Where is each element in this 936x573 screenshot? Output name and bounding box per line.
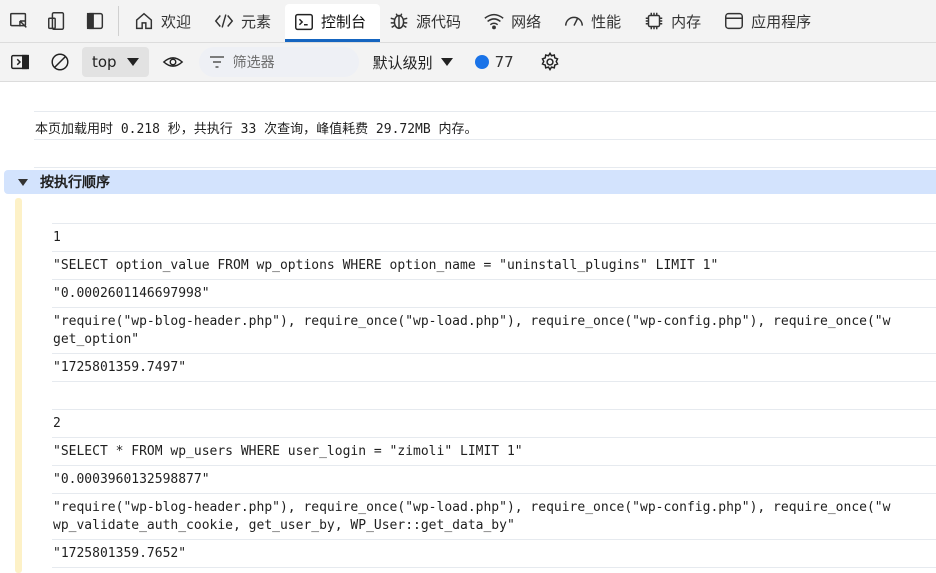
tab-label: 元素	[241, 12, 272, 31]
entry-trace-line2: wp_validate_auth_cookie, get_user_by, WP…	[53, 518, 515, 533]
dock-side-icon[interactable]	[76, 0, 114, 42]
row-divider	[52, 493, 936, 494]
group-label: 按执行顺序	[40, 175, 110, 191]
row-divider	[52, 437, 936, 438]
entry-trace-line1: "require("wp-blog-header.php"), require_…	[53, 314, 891, 329]
tab-welcome[interactable]: 欢迎	[125, 0, 205, 42]
tab-sources[interactable]: 源代码	[380, 0, 475, 42]
row-divider	[52, 567, 936, 568]
tab-application[interactable]: 应用程序	[715, 0, 825, 42]
entry-sql: "SELECT option_value FROM wp_options WHE…	[53, 258, 719, 273]
row-divider	[52, 251, 936, 252]
tab-label: 应用程序	[751, 12, 812, 31]
console-toolbar: top 筛选器 默认级别 77	[0, 43, 936, 82]
row-divider	[52, 223, 936, 224]
dropdown-arrow-icon	[126, 58, 139, 66]
tab-performance[interactable]: 性能	[555, 0, 635, 42]
row-divider	[52, 307, 936, 308]
console-output: 本页加载用时 0.218 秒，共执行 33 次查询，峰值耗费 29.72MB 内…	[0, 82, 936, 573]
filter-icon	[209, 56, 224, 68]
entry-timestamp: "1725801359.7497"	[53, 360, 187, 375]
message-count: 77	[494, 53, 514, 71]
row-divider	[52, 279, 936, 280]
code-brackets-icon	[214, 14, 234, 28]
entry-index: 2	[53, 416, 61, 431]
bug-icon	[390, 13, 408, 30]
live-expression-eye-icon[interactable]	[153, 43, 193, 81]
console-icon	[295, 13, 314, 30]
row-divider	[52, 539, 936, 540]
context-label: top	[92, 53, 117, 71]
row-divider	[52, 465, 936, 466]
context-selector[interactable]: top	[82, 47, 149, 77]
inspect-element-icon[interactable]	[0, 0, 38, 42]
tab-memory[interactable]: 内存	[635, 0, 715, 42]
row-divider	[34, 167, 936, 168]
entry-timestamp: "1725801359.7652"	[53, 546, 187, 561]
clear-console-icon[interactable]	[40, 43, 80, 81]
group-header[interactable]: 按执行顺序	[4, 170, 936, 194]
devtools-tab-bar: 欢迎 元素 控制台 源代码 网络 性能 内存 应用程序	[0, 0, 936, 43]
home-icon	[135, 12, 153, 30]
log-level-dropdown[interactable]: 默认级别	[373, 52, 453, 73]
log-level-label: 默认级别	[372, 53, 433, 72]
row-divider	[34, 139, 936, 140]
group-gutter	[15, 198, 22, 573]
gear-icon[interactable]	[530, 43, 570, 81]
entry-duration: "0.0002601146697998"	[53, 286, 210, 301]
row-divider	[52, 381, 936, 382]
tab-label: 控制台	[321, 13, 367, 31]
collapse-triangle-icon[interactable]	[18, 178, 28, 186]
summary-line: 本页加载用时 0.218 秒，共执行 33 次查询，峰值耗费 29.72MB 内…	[35, 122, 478, 137]
filter-placeholder: 筛选器	[232, 55, 275, 71]
row-divider	[52, 409, 936, 410]
tab-label: 性能	[591, 12, 622, 31]
app-window-icon	[725, 12, 744, 30]
entry-sql: "SELECT * FROM wp_users WHERE user_login…	[53, 444, 523, 459]
entry-index: 1	[53, 230, 61, 245]
dropdown-arrow-icon	[440, 58, 453, 66]
toggle-sidebar-icon[interactable]	[0, 43, 40, 81]
tab-label: 欢迎	[161, 12, 192, 31]
row-divider	[34, 111, 936, 112]
chip-icon	[645, 12, 663, 30]
filter-input[interactable]: 筛选器	[198, 47, 359, 77]
tab-label: 源代码	[416, 12, 462, 31]
tab-label: 内存	[671, 12, 702, 31]
tab-label: 网络	[511, 12, 542, 31]
tab-elements[interactable]: 元素	[205, 0, 285, 42]
tab-console[interactable]: 控制台	[285, 4, 381, 42]
row-divider	[52, 353, 936, 354]
entry-trace-line2: get_option"	[53, 332, 140, 347]
message-bubble-icon	[474, 55, 489, 69]
message-count-badge[interactable]: 77	[474, 53, 514, 71]
entry-trace-line1: "require("wp-blog-header.php"), require_…	[53, 500, 891, 515]
tab-separator	[118, 6, 119, 36]
tab-network[interactable]: 网络	[475, 0, 555, 42]
wifi-icon	[484, 13, 504, 30]
entry-duration: "0.0003960132598877"	[53, 472, 210, 487]
gauge-icon	[565, 16, 584, 26]
device-emulation-icon[interactable]	[38, 0, 76, 42]
